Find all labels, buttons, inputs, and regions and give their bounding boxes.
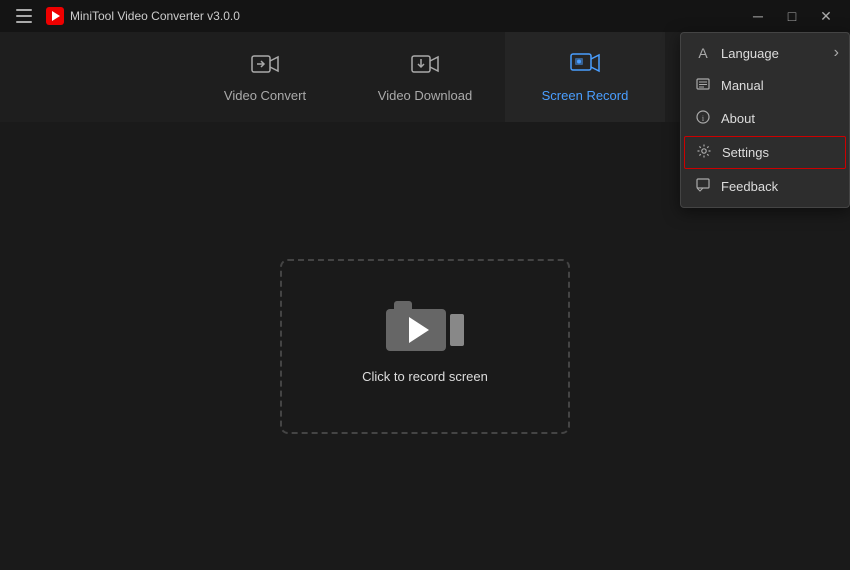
menu-button[interactable] [8, 0, 40, 32]
camera-side-rect [450, 314, 464, 346]
svg-text:i: i [702, 114, 705, 123]
screen-record-icon [570, 52, 600, 80]
dropdown-item-language[interactable]: A Language [681, 37, 849, 69]
window-controls: ─ □ ✕ [742, 0, 842, 32]
close-button[interactable]: ✕ [810, 0, 842, 32]
record-cta-text: Click to record screen [362, 369, 488, 384]
app-logo [46, 7, 64, 25]
manual-label: Manual [721, 78, 764, 93]
tab-video-download-label: Video Download [378, 88, 472, 103]
tab-video-convert-label: Video Convert [224, 88, 306, 103]
video-convert-icon [251, 52, 279, 80]
feedback-label: Feedback [721, 179, 778, 194]
manual-icon [695, 77, 711, 94]
settings-label: Settings [722, 145, 769, 160]
title-bar: MiniTool Video Converter v3.0.0 ─ □ ✕ [0, 0, 850, 32]
video-download-icon [411, 52, 439, 80]
camera-lens [409, 317, 429, 343]
dropdown-item-settings[interactable]: Settings [684, 136, 846, 169]
camera-body [386, 309, 446, 351]
language-label: Language [721, 46, 779, 61]
dropdown-item-feedback[interactable]: Feedback [681, 170, 849, 203]
record-area[interactable]: Click to record screen [280, 259, 570, 434]
dropdown-item-about[interactable]: i About [681, 102, 849, 135]
camera-body-wrapper [386, 309, 446, 351]
language-icon: A [695, 45, 711, 61]
feedback-icon [695, 178, 711, 195]
tab-video-convert[interactable]: Video Convert [185, 32, 345, 122]
about-icon: i [695, 110, 711, 127]
dropdown-item-manual[interactable]: Manual [681, 69, 849, 102]
camera-icon-group [386, 309, 464, 351]
title-bar-left: MiniTool Video Converter v3.0.0 [8, 0, 240, 32]
settings-icon [696, 144, 712, 161]
app-title: MiniTool Video Converter v3.0.0 [70, 9, 240, 23]
tab-screen-record[interactable]: Screen Record [505, 32, 665, 122]
about-label: About [721, 111, 755, 126]
maximize-button[interactable]: □ [776, 0, 808, 32]
camera-notch [394, 301, 412, 309]
dropdown-menu: A Language Manual i About [680, 32, 850, 208]
minimize-button[interactable]: ─ [742, 0, 774, 32]
tab-screen-record-label: Screen Record [542, 88, 629, 103]
tab-video-download[interactable]: Video Download [345, 32, 505, 122]
